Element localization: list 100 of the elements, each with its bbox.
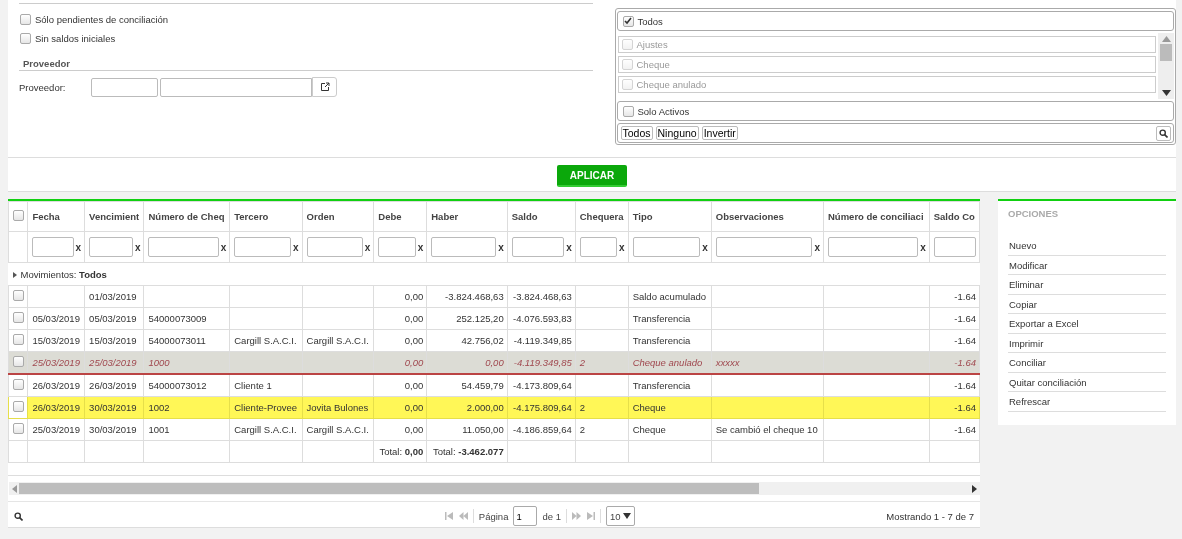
clear-filter-button[interactable]: x bbox=[702, 241, 708, 253]
page-size-select[interactable]: 10 bbox=[605, 506, 635, 526]
filter-field[interactable] bbox=[306, 237, 363, 257]
clear-filter-button[interactable]: x bbox=[293, 241, 299, 253]
table-row[interactable]: 25/03/2019 30/03/2019 1001 Cargill S.A.C.I. Cargill S.A.C.I. 0,00 11.050,00 -4.186.859,64 2 Cheque Se cambió el cheque 10 -1.64 bbox=[8, 418, 980, 441]
filter-field[interactable] bbox=[579, 237, 618, 257]
table-cell: 2.000,00 bbox=[466, 402, 504, 413]
column-header[interactable]: Vencimient bbox=[84, 201, 144, 232]
checkbox[interactable] bbox=[20, 33, 31, 44]
filter-field[interactable] bbox=[431, 237, 497, 257]
clear-filter-button[interactable]: x bbox=[75, 241, 82, 253]
expand-icon[interactable] bbox=[12, 271, 17, 278]
checkbox[interactable] bbox=[13, 379, 24, 390]
table-cell: Saldo acumulado bbox=[632, 291, 707, 302]
filter-field[interactable] bbox=[828, 237, 919, 257]
menu-item[interactable]: Quitar conciliación bbox=[1008, 372, 1166, 392]
filter-field[interactable] bbox=[511, 237, 565, 257]
column-header[interactable]: Debe bbox=[373, 201, 427, 232]
checkbox[interactable] bbox=[13, 290, 24, 301]
menu-item[interactable]: Nuevo bbox=[1008, 236, 1166, 256]
code-field[interactable] bbox=[91, 77, 158, 97]
menu-item[interactable]: Refrescar bbox=[1008, 392, 1166, 412]
menu-item[interactable]: Imprimir bbox=[1008, 333, 1166, 353]
menu-item[interactable]: Modificar bbox=[1008, 255, 1166, 275]
column-header[interactable]: Número de Cheq bbox=[143, 201, 230, 232]
search-icon[interactable] bbox=[14, 511, 23, 521]
first-page-icon[interactable] bbox=[444, 512, 454, 520]
filter-field[interactable] bbox=[89, 237, 133, 257]
clear-filter-button[interactable]: x bbox=[566, 241, 572, 253]
filter-field[interactable] bbox=[148, 237, 219, 257]
search-button[interactable] bbox=[1156, 125, 1171, 141]
filter-field[interactable] bbox=[715, 237, 813, 257]
checkbox[interactable] bbox=[13, 401, 24, 412]
clear-filter-button[interactable]: x bbox=[814, 241, 820, 253]
table-cell: 54000073011 bbox=[148, 335, 206, 346]
table-row[interactable]: 25/03/2019 25/03/2019 1000 0,00 0,00 -4.119.349,85 2 Cheque anulado xxxxx -1.64 bbox=[8, 351, 980, 374]
column-header[interactable]: Haber bbox=[426, 201, 508, 232]
checkbox[interactable] bbox=[13, 423, 24, 434]
column-header[interactable]: Orden bbox=[302, 201, 374, 232]
menu-item[interactable]: Conciliar bbox=[1008, 353, 1166, 373]
scroll-left-icon[interactable] bbox=[12, 484, 17, 493]
horizontal-scrollbar[interactable] bbox=[9, 482, 980, 495]
table-cell: -4.119.349,85 bbox=[513, 357, 572, 368]
column-header[interactable]: Saldo bbox=[507, 201, 576, 232]
clear-filter-button[interactable]: x bbox=[364, 241, 371, 253]
table-row[interactable]: 01/03/2019 0,00 -3.824.468,63 -3.824.468,63 Saldo acumulado -1.64 bbox=[8, 285, 980, 308]
page-field[interactable]: 1 bbox=[513, 506, 538, 526]
filter-field[interactable] bbox=[632, 237, 701, 257]
checkbox[interactable] bbox=[20, 14, 31, 25]
filter-field[interactable] bbox=[234, 237, 291, 257]
checkbox[interactable] bbox=[13, 356, 24, 367]
menu-item[interactable]: Exportar a Excel bbox=[1008, 314, 1166, 334]
menu-item[interactable]: Eliminar bbox=[1008, 275, 1166, 295]
option-label: Solo Activos bbox=[637, 105, 690, 117]
checkbox[interactable] bbox=[622, 15, 634, 27]
clear-filter-button[interactable]: x bbox=[920, 241, 926, 253]
scroll-up-icon[interactable] bbox=[1161, 36, 1171, 42]
column-header[interactable]: Tercero bbox=[229, 201, 303, 232]
checkbox[interactable] bbox=[13, 334, 24, 345]
column-header[interactable]: Número de conciliaci bbox=[823, 201, 930, 232]
table-cell: -1.64 bbox=[954, 357, 976, 368]
name-field[interactable] bbox=[160, 77, 312, 97]
checkbox[interactable] bbox=[13, 210, 24, 221]
menu-item[interactable]: Copiar bbox=[1008, 294, 1166, 314]
table-cell: xxxxx bbox=[715, 357, 740, 368]
table-row[interactable]: 26/03/2019 26/03/2019 54000073012 Cliente 1 0,00 54.459,79 -4.173.809,64 Transferencia -1.64 bbox=[8, 374, 980, 397]
table-cell: 0,00 bbox=[404, 335, 424, 346]
column-header[interactable]: Tipo bbox=[628, 201, 712, 232]
clear-filter-button[interactable]: x bbox=[134, 241, 141, 253]
table-cell: -4.186.859,64 bbox=[513, 424, 572, 435]
table-cell: 0,00 bbox=[404, 380, 424, 391]
table-row[interactable]: 05/03/2019 05/03/2019 54000073009 0,00 252.125,20 -4.076.593,83 Transferencia -1.64 bbox=[8, 307, 980, 330]
filter-field[interactable] bbox=[32, 237, 74, 257]
next-page-icon[interactable] bbox=[571, 512, 581, 520]
list-button[interactable]: Invertir bbox=[701, 126, 738, 140]
open-link-button[interactable] bbox=[312, 77, 337, 97]
list-button[interactable]: Todos bbox=[620, 126, 653, 140]
total-label: Total: -3.462.077 bbox=[432, 446, 504, 457]
last-page-icon[interactable] bbox=[585, 512, 595, 520]
scroll-down-icon[interactable] bbox=[1161, 90, 1171, 96]
table-row[interactable]: 26/03/2019 30/03/2019 1002 Cliente-Provee Jovita Bulones 0,00 2.000,00 -4.175.809,64 2 Cheque -1.64 bbox=[8, 396, 980, 419]
checkbox[interactable] bbox=[13, 312, 24, 323]
column-header[interactable]: Observaciones bbox=[711, 201, 824, 232]
clear-filter-button[interactable]: x bbox=[417, 241, 424, 253]
column-header[interactable]: Fecha bbox=[27, 201, 85, 232]
clear-filter-button[interactable]: x bbox=[498, 241, 504, 253]
filter-field[interactable] bbox=[378, 237, 416, 257]
table-cell: -3.824.468,63 bbox=[445, 291, 504, 302]
scroll-right-icon[interactable] bbox=[972, 484, 977, 493]
list-button[interactable]: Ninguno bbox=[655, 126, 699, 140]
scroll-thumb[interactable] bbox=[1160, 44, 1172, 61]
clear-filter-button[interactable]: x bbox=[619, 241, 625, 253]
clear-filter-button[interactable]: x bbox=[220, 241, 227, 253]
column-header[interactable]: Chequera bbox=[575, 201, 629, 232]
previous-page-icon[interactable] bbox=[458, 512, 468, 520]
filter-field[interactable] bbox=[933, 237, 976, 257]
table-cell: Cliente 1 bbox=[234, 380, 272, 391]
table-row[interactable]: 15/03/2019 15/03/2019 54000073011 Cargill S.A.C.I. Cargill S.A.C.I. 0,00 42.756,02 -4.119.349,85 Transferencia -1.64 bbox=[8, 329, 980, 352]
column-header[interactable]: Saldo Co bbox=[929, 201, 980, 232]
checkbox[interactable] bbox=[622, 105, 634, 117]
